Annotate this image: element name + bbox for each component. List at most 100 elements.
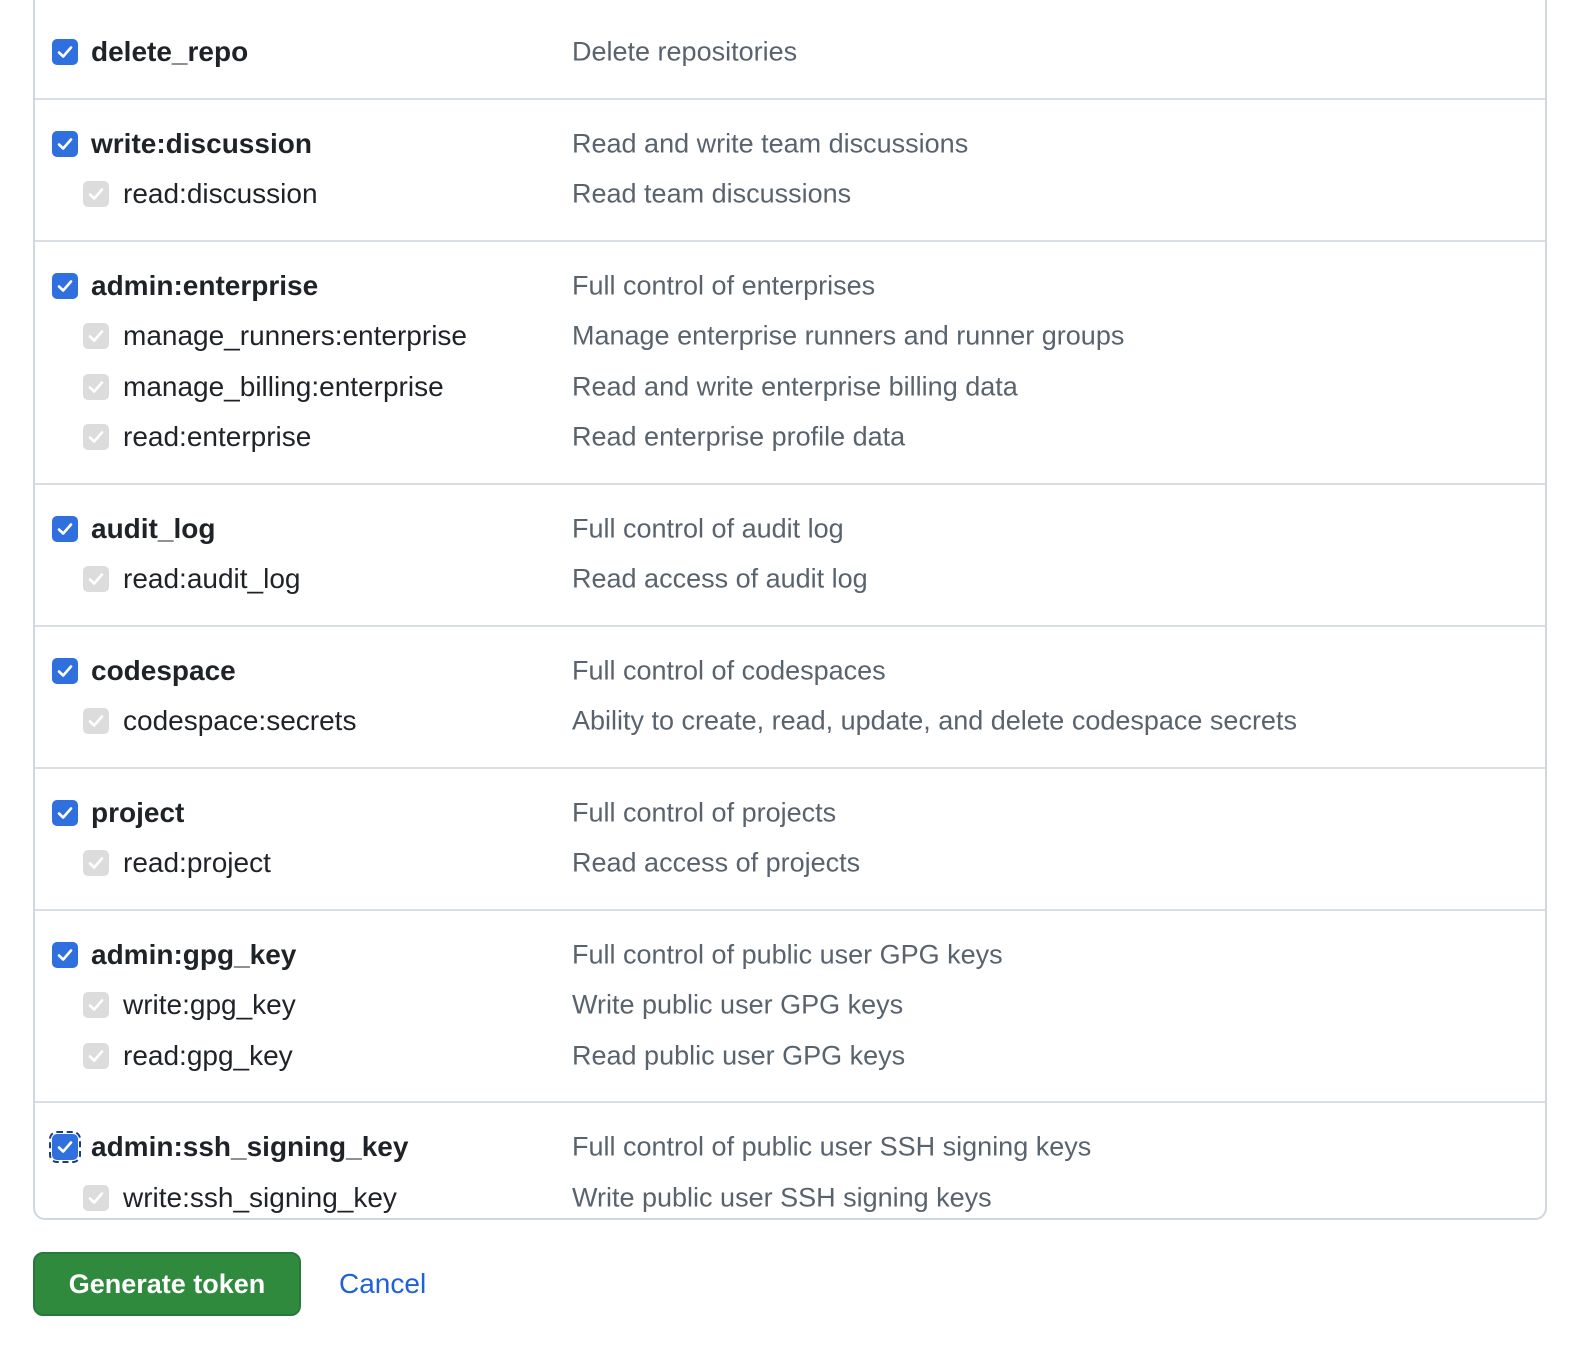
scope-name: read:project (123, 847, 271, 879)
scope-name[interactable]: codespace (91, 655, 236, 687)
scope-description: Write public user GPG keys (572, 989, 904, 1020)
scope-name: read:audit_log (123, 563, 301, 595)
scope-row: write:discussion Read and write team disc… (35, 119, 1545, 170)
scope-name[interactable]: admin:ssh_signing_key (91, 1131, 408, 1163)
scope-name: codespace:secrets (123, 705, 357, 737)
scope-name: manage_runners:enterprise (123, 320, 467, 352)
checkmark-icon (88, 380, 104, 393)
scope-description: Read access of audit log (572, 563, 868, 594)
checkmark-icon (57, 522, 73, 535)
scope-row: admin:gpg_key Full control of public user… (35, 930, 1545, 981)
scope-name[interactable]: project (91, 797, 184, 829)
scope-group: admin:gpg_key Full control of public user… (35, 908, 1545, 1102)
checkmark-icon (88, 188, 104, 201)
sub-scope-row: codespace:secrets Ability to create, read… (35, 696, 1545, 747)
scope-row: codespace Full control of codespaces (35, 646, 1545, 697)
scope-description: Read and write team discussions (572, 128, 969, 159)
sub-scope-checkbox (83, 181, 109, 208)
scope-group: codespace Full control of codespaces codes… (35, 624, 1545, 767)
checkmark-icon (88, 999, 104, 1012)
scope-row: admin:enterprise Full control of enterpri… (35, 261, 1545, 312)
cancel-link[interactable]: Cancel (339, 1268, 426, 1300)
scope-description: Read access of projects (572, 847, 861, 878)
scope-group: delete_repo Delete repositories (35, 0, 1545, 98)
checkmark-icon (57, 1141, 73, 1154)
scopes-list: delete_repo Delete repositories write:disc… (33, 0, 1547, 1220)
sub-scope-checkbox (83, 424, 109, 451)
scope-description: Read and write enterprise billing data (572, 371, 1018, 402)
checkmark-icon (88, 431, 104, 444)
scope-checkbox[interactable] (49, 1131, 81, 1164)
scope-name: read:enterprise (123, 421, 312, 453)
scope-description: Read public user GPG keys (572, 1040, 906, 1071)
scope-name[interactable]: admin:enterprise (91, 270, 318, 302)
sub-scope-row: read:enterprise Read enterprise profile d… (35, 412, 1545, 463)
sub-scope-checkbox (83, 850, 109, 877)
scope-row: audit_log Full control of audit log (35, 504, 1545, 555)
scope-checkbox[interactable] (52, 657, 78, 684)
checkmark-icon (88, 857, 104, 870)
scope-description: Full control of enterprises (572, 270, 876, 301)
sub-scope-checkbox (83, 373, 109, 400)
sub-scope-checkbox (83, 992, 109, 1019)
sub-scope-row: write:ssh_signing_key Write public user S… (35, 1173, 1545, 1219)
token-scopes-page: delete_repo Delete repositories write:disc… (0, 0, 1588, 1360)
scope-checkbox[interactable] (52, 130, 78, 157)
sub-scope-checkbox (83, 1184, 109, 1211)
scope-name: manage_billing:enterprise (123, 370, 444, 402)
checkmark-icon (57, 948, 73, 961)
scope-row: admin:ssh_signing_key Full control of pub… (35, 1122, 1545, 1173)
sub-scope-row: manage_billing:enterprise Read and write … (35, 362, 1545, 413)
checkmark-icon (57, 46, 73, 59)
scope-description: Manage enterprise runners and runner gro… (572, 320, 1125, 351)
generate-token-button[interactable]: Generate token (33, 1252, 301, 1316)
scope-group: admin:enterprise Full control of enterpri… (35, 239, 1545, 483)
scope-name: write:ssh_signing_key (123, 1181, 397, 1213)
checkmark-icon (88, 715, 104, 728)
scope-name: read:discussion (123, 178, 318, 210)
scope-group: admin:ssh_signing_key Full control of pub… (35, 1101, 1545, 1219)
form-actions: Generate token Cancel (33, 1252, 426, 1316)
scope-description: Full control of public user GPG keys (572, 939, 1003, 970)
scope-checkbox[interactable] (52, 272, 78, 299)
checkmark-icon (57, 806, 73, 819)
scope-name[interactable]: write:discussion (91, 128, 312, 160)
scope-checkbox[interactable] (52, 799, 78, 826)
scope-name[interactable]: admin:gpg_key (91, 939, 296, 971)
scope-row: delete_repo Delete repositories (35, 27, 1545, 78)
scope-name[interactable]: audit_log (91, 513, 215, 545)
sub-scope-row: read:gpg_key Read public user GPG keys (35, 1031, 1545, 1082)
checkmark-icon (57, 279, 73, 292)
checkmark-icon (88, 573, 104, 586)
scope-description: Full control of public user SSH signing … (572, 1131, 1092, 1162)
checkmark-icon (88, 1049, 104, 1062)
scope-group: write:discussion Read and write team disc… (35, 97, 1545, 240)
scope-description: Read team discussions (572, 178, 852, 209)
scope-checkbox[interactable] (52, 39, 78, 66)
scope-description: Write public user SSH signing keys (572, 1182, 992, 1213)
scope-description: Read enterprise profile data (572, 421, 906, 452)
scope-name: write:gpg_key (123, 989, 296, 1021)
sub-scope-row: read:audit_log Read access of audit log (35, 554, 1545, 605)
checkmark-icon (57, 137, 73, 150)
scope-checkbox[interactable] (52, 515, 78, 542)
sub-scope-checkbox (83, 1042, 109, 1069)
checkmark-icon (88, 1191, 104, 1204)
checkmark-icon (57, 664, 73, 677)
sub-scope-row: read:discussion Read team discussions (35, 169, 1545, 220)
scope-name[interactable]: delete_repo (91, 36, 248, 68)
sub-scope-row: manage_runners:enterprise Manage enterpri… (35, 311, 1545, 362)
scope-group: audit_log Full control of audit log read:a… (35, 482, 1545, 625)
sub-scope-checkbox (83, 708, 109, 735)
scope-description: Full control of codespaces (572, 655, 886, 686)
scope-description: Ability to create, read, update, and del… (572, 705, 1297, 736)
scope-row: project Full control of projects (35, 788, 1545, 839)
scope-checkbox[interactable] (52, 941, 78, 968)
scope-description: Delete repositories (572, 36, 798, 67)
scope-group: project Full control of projects read:proj… (35, 766, 1545, 909)
sub-scope-checkbox (83, 566, 109, 593)
checkmark-icon (88, 330, 104, 343)
scope-description: Full control of projects (572, 797, 837, 828)
scope-description: Full control of audit log (572, 513, 844, 544)
sub-scope-row: read:project Read access of projects (35, 838, 1545, 889)
